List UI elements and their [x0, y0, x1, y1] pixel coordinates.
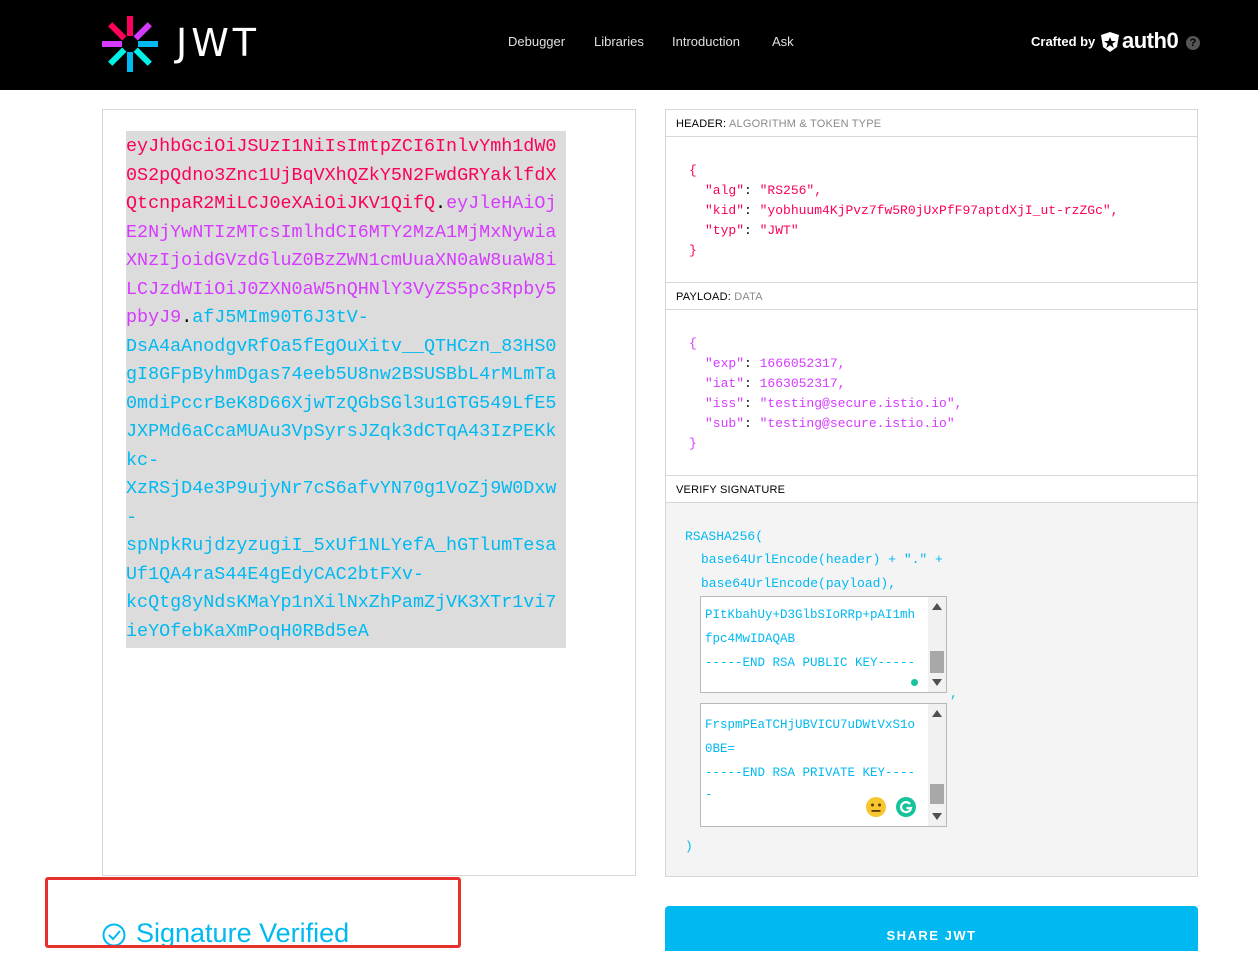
encode-payload-line: base64UrlEncode(payload), — [701, 576, 897, 591]
json-brace: } — [689, 243, 697, 258]
private-key-line: - — [705, 788, 713, 802]
json-brace: { — [689, 163, 697, 178]
sig-line: ieYOfebKaXmPoqH0RBd5eA — [126, 620, 369, 642]
scroll-up-icon[interactable] — [932, 603, 942, 610]
highlight-annotation-box — [45, 877, 461, 948]
top-navigation-bar: JWT Debugger Libraries Introduction Ask … — [0, 0, 1258, 90]
token-dot-1: . — [435, 193, 447, 214]
sig-line: Uf1QA4raS44E4gEdyCAC2btFXv- — [126, 563, 424, 585]
json-line-sub: "sub": "testing@secure.istio.io" — [705, 416, 955, 431]
auth0-logo-text[interactable]: auth0 — [1122, 28, 1179, 54]
jwt-logo-icon[interactable] — [100, 14, 160, 74]
json-line-exp: "exp": 1666052317, — [705, 356, 846, 371]
payload-title: PAYLOAD: — [676, 291, 731, 303]
share-jwt-button[interactable]: SHARE JWT — [665, 906, 1198, 951]
verify-section-title: VERIFY SIGNATURE — [665, 475, 1198, 503]
close-paren: ) — [685, 839, 693, 854]
grammarly-dot-icon[interactable] — [911, 679, 918, 686]
scroll-down-icon[interactable] — [932, 679, 942, 686]
public-key-scrollbar[interactable] — [928, 597, 946, 692]
header-title: HEADER: — [676, 118, 727, 130]
sig-line: 0mdiPccrBeK8D66XjwTzQGbSGl3u1GTG549LfE5 — [126, 392, 557, 414]
jwt-wordmark[interactable]: JWT — [176, 24, 260, 62]
nav-libraries[interactable]: Libraries — [594, 34, 644, 52]
scroll-down-icon[interactable] — [932, 813, 942, 820]
encoded-token-text[interactable]: eyJhbGciOiJSUzI1NiIsImtpZCI6InlvYmh1dW00… — [126, 131, 566, 648]
sig-line: kcQtg8yNdsKMaYp1nXilNxZhPamZjVK3XTr1vi7 — [126, 592, 557, 613]
verify-title: VERIFY SIGNATURE — [676, 484, 786, 496]
public-key-line: fpc4MwIDAQAB — [705, 632, 796, 646]
sig-line: DsA4aAnodgvRfOa5fEgOuXitv__QTHCzn_83HS0 — [126, 335, 557, 357]
json-line-iss: "iss": "testing@secure.istio.io", — [705, 396, 963, 411]
header-json-editor[interactable]: { "alg": "RS256", "kid": "yobhuum4KjPvz7… — [665, 137, 1198, 283]
nav-debugger[interactable]: Debugger — [508, 34, 565, 52]
token-signature-part: afJ5MIm90T6J3tV- DsA4aAnodgvRfOa5fEgOuXi… — [126, 307, 556, 642]
nav-introduction[interactable]: Introduction — [672, 34, 740, 52]
payload-section-title: PAYLOAD: DATA — [665, 282, 1198, 310]
public-key-line: -----END RSA PUBLIC KEY----- — [705, 656, 916, 670]
sig-line: spNpkRujdzyzugiI_5xUf1NLYefA_hGTlumTesa — [126, 535, 557, 556]
emoji-neutral-face-icon[interactable] — [865, 796, 887, 818]
sig-line: - — [126, 506, 138, 528]
sig-line: afJ5MIm90T6J3tV- — [192, 307, 369, 328]
token-dot-2: . — [181, 307, 193, 328]
header-subtitle: ALGORITHM & TOKEN TYPE — [728, 118, 882, 130]
private-key-scrollbar[interactable] — [928, 704, 946, 826]
scroll-thumb[interactable] — [930, 651, 944, 673]
private-key-line: 0BE= — [705, 742, 736, 756]
private-key-line: FrspmPEaTCHjUBVICU7uDWtVxS1o — [705, 718, 916, 732]
public-key-input[interactable]: PItKbahUy+D3GlbSIoRRp+pAI1mh fpc4MwIDAQA… — [700, 596, 947, 693]
json-line-iat: "iat": 1663052317, — [705, 376, 846, 391]
json-brace: } — [689, 436, 697, 451]
json-line-kid: "kid": "yobhuum4KjPvz7fw5R0jUxPfF97aptdX… — [705, 203, 1119, 218]
grammarly-icon[interactable] — [895, 796, 917, 818]
auth0-shield-icon[interactable] — [1099, 31, 1121, 53]
encode-header-line: base64UrlEncode(header) + "." + — [701, 552, 943, 567]
json-line-alg: "alg": "RS256", — [705, 183, 823, 198]
sig-line: kc- — [126, 449, 160, 471]
payload-json-editor[interactable]: { "exp": 1666052317, "iat": 1663052317, … — [665, 310, 1198, 476]
payload-subtitle: DATA — [734, 291, 763, 303]
help-icon[interactable]: ? — [1186, 36, 1200, 50]
public-key-line: PItKbahUy+D3GlbSIoRRp+pAI1mh — [705, 608, 916, 622]
json-line-typ: "typ": "JWT" — [705, 223, 799, 238]
json-brace: { — [689, 336, 697, 351]
sig-line: gI8GFpByhmDgas74eeb5U8nw2BSUSBbL4rMLmTa — [126, 364, 557, 385]
rsasha-line: RSASHA256( — [685, 529, 764, 544]
nav-ask[interactable]: Ask — [772, 34, 794, 52]
header-section-title: HEADER: ALGORITHM & TOKEN TYPE — [665, 109, 1198, 137]
scroll-thumb[interactable] — [930, 784, 944, 804]
crafted-by-label: Crafted by — [1031, 34, 1096, 49]
private-key-line: -----END RSA PRIVATE KEY---- — [705, 766, 916, 780]
sig-line: XzRSjD4e3P9ujyNr7cS6afvYN70g1VoZj9W0Dxw — [126, 478, 557, 499]
private-key-input[interactable]: FrspmPEaTCHjUBVICU7uDWtVxS1o 0BE= -----E… — [700, 703, 947, 827]
sig-line: JXPMd6aCcaMUAu3VpSyrsJZqk3dCTqA43IzPEKk — [126, 421, 557, 442]
scroll-up-icon[interactable] — [932, 710, 942, 717]
comma: , — [950, 686, 958, 701]
